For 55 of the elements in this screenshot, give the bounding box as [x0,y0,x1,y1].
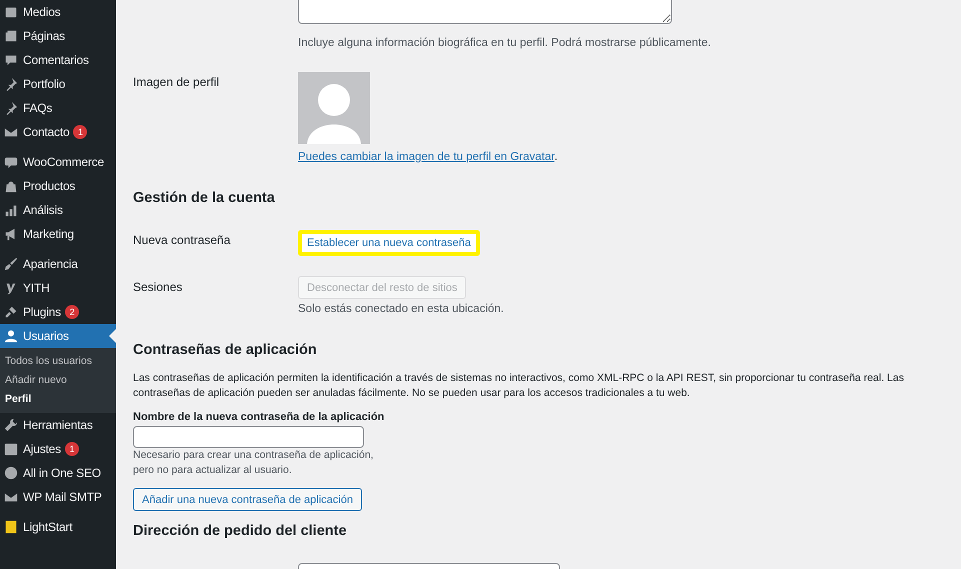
speech-bubble-icon [4,53,18,67]
field-label: Nombre de la nueva contraseña de la aplicación [133,411,386,423]
menu-item[interactable]: LightStart [0,515,116,539]
bag-icon [4,179,18,193]
menu-item[interactable]: Comentarios [0,48,116,72]
period-text: . [554,151,558,163]
field-label: Sesiones [133,279,184,296]
field-label: Nueva contraseña [133,232,232,249]
session-note: Solo estás conectado en esta ubicación. [298,303,505,315]
bar-chart-icon [4,203,18,217]
section-heading: Contraseñas de aplicación [133,342,318,360]
person-icon [4,329,18,343]
menu-item[interactable]: Portfolio [0,72,116,96]
wrench-icon [4,418,18,432]
help-text: pero no para actualizar al usuario. [133,463,293,478]
menu-item[interactable]: Contacto 1 [0,120,116,144]
submenu-item[interactable]: Todos los usuarios [0,352,116,371]
pages-icon [4,29,18,43]
menu-item[interactable]: WP Mail SMTP [0,485,116,509]
menu-item[interactable]: Productos [0,174,116,198]
menu-item[interactable]: Usuarios [0,324,116,348]
paintbrush-icon [4,257,18,271]
description-text: Incluye alguna información biográfica en tu perfil. Podrá mostrarse públicamente. [298,37,712,49]
pushpin-icon [4,101,18,115]
app-name-field[interactable] [133,426,364,448]
menu-item[interactable]: WooCommerce [0,150,116,174]
menu-item[interactable]: Ajustes 1 [0,437,116,461]
add-app-password-button[interactable]: Añadir una nueva contraseña de aplicación [133,488,362,511]
menu-item[interactable]: Medios [0,0,116,24]
menu-item[interactable]: YITH [0,276,116,300]
description-text: Las contraseñas de aplicación permiten la identificación a través de sistemas no interactivos, como XML-RPC o la API REST, sin proporcionar tu contraseña real. Las contraseñas de aplicación pueden ser anuladas fácilmente. No se pueden usar para los accesos tradicionales a tu web. [133,371,905,401]
set-password-button[interactable]: Establecer una nueva contraseña [298,230,480,256]
avatar-placeholder [298,72,370,144]
notification-badge: 1 [64,442,79,456]
menu-item[interactable]: Páginas [0,24,116,48]
menu-item[interactable]: Marketing [0,222,116,246]
pushpin-icon [4,77,18,91]
menu-item[interactable]: Análisis [0,198,116,222]
field-label: Imagen de perfil [133,74,220,91]
letter-y-icon [4,281,18,295]
notification-badge: 1 [73,125,88,139]
menu-item[interactable]: All in One SEO [0,461,116,485]
menu-item[interactable]: FAQs [0,96,116,120]
help-text: Necesario para crear una contraseña de aplicación, [133,448,374,463]
gravatar-link[interactable]: Puedes cambiar la imagen de tu perfil en Gravatar [298,151,554,163]
submenu-item[interactable]: Perfil [0,390,116,409]
menu-item[interactable]: Apariencia [0,252,116,276]
plug-icon [4,305,18,319]
section-heading: Dirección de pedido del cliente [133,523,348,541]
section-heading: Gestión de la cuenta [133,190,276,208]
menu-item[interactable]: Plugins 2 [0,300,116,324]
notification-badge: 2 [64,305,79,319]
menu-item[interactable]: Herramientas [0,413,116,437]
submenu-item[interactable]: Añadir nuevo [0,371,116,390]
square-icon [4,520,18,534]
